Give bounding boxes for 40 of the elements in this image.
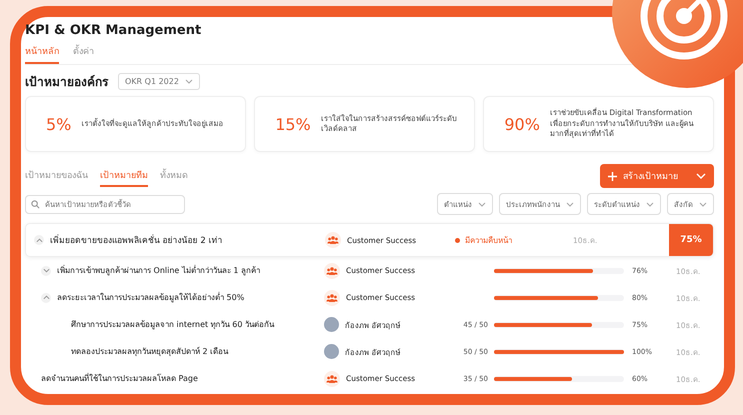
team-icon [324, 290, 340, 306]
team-icon [324, 370, 340, 386]
goal-title: ศึกษาการประมวลผลข้อมูลจาก internet ทุกวัน 60 วันต่อกัน [71, 319, 274, 331]
goal-percent: 5% [46, 114, 72, 134]
goal-title: ทดลองประมวลผลทุกวันหยุดสุดสัปดาห์ 2 เดือน [71, 346, 228, 358]
goal-tab[interactable]: เป้าหมายของฉัน [25, 166, 88, 186]
collapse-button[interactable] [41, 292, 51, 302]
chevron-down-icon [699, 202, 707, 206]
chevron-down-icon [184, 79, 193, 84]
chevron-down-icon [646, 202, 654, 206]
section-title: เป้าหมายองค์กร [25, 74, 108, 91]
expand-button[interactable] [41, 266, 51, 276]
nav-tab[interactable]: หน้าหลัก [25, 42, 59, 64]
create-goal-button[interactable]: สร้างเป้าหมาย [600, 164, 714, 188]
goal-title: ลดระยะเวลาในการประมวลผลข้อมูลให้ได้อย่างต่ำ 50% [57, 291, 244, 304]
goal-title: เพิ่มการเข้าพบลูกค้าผ่านการ Online ไม่ต่ำกว่าวันละ 1 ลูกค้า [57, 264, 260, 277]
collapse-button[interactable] [34, 235, 44, 245]
period-dropdown[interactable]: OKR Q1 2022 [118, 73, 200, 90]
chevron-up-icon [42, 295, 50, 300]
chevron-down-icon [696, 173, 706, 179]
status-label: มีความคืบหน้า [465, 234, 512, 246]
chevron-up-icon [36, 238, 42, 242]
goal-tab[interactable]: เป้าหมายทีม [100, 166, 148, 186]
goal-percent: 90% [504, 114, 540, 134]
app-title: KPI & OKR Management [25, 23, 202, 38]
nav-tab[interactable]: ตั้งค่า [73, 42, 94, 64]
chevron-down-icon [42, 268, 50, 273]
score-badge: 75% [669, 224, 713, 256]
goal-percent: 15% [275, 114, 311, 134]
avatar [324, 317, 339, 332]
status-dot [455, 238, 460, 242]
team-icon [324, 262, 340, 278]
plus-icon [608, 172, 617, 180]
avatar [324, 344, 339, 359]
goal-tab[interactable]: ทั้งหมด [160, 166, 188, 186]
goal-title: เพิ่มยอดขายของแอพพลิเคชั่น อย่างน้อย 2 เท่า [50, 233, 223, 247]
goal-title: ลดจำนวนคนที่ใช้ในการประมวลผลโหลด Page [41, 372, 198, 385]
chevron-down-icon [478, 202, 486, 206]
chevron-down-icon [566, 202, 574, 206]
team-icon [325, 232, 341, 248]
